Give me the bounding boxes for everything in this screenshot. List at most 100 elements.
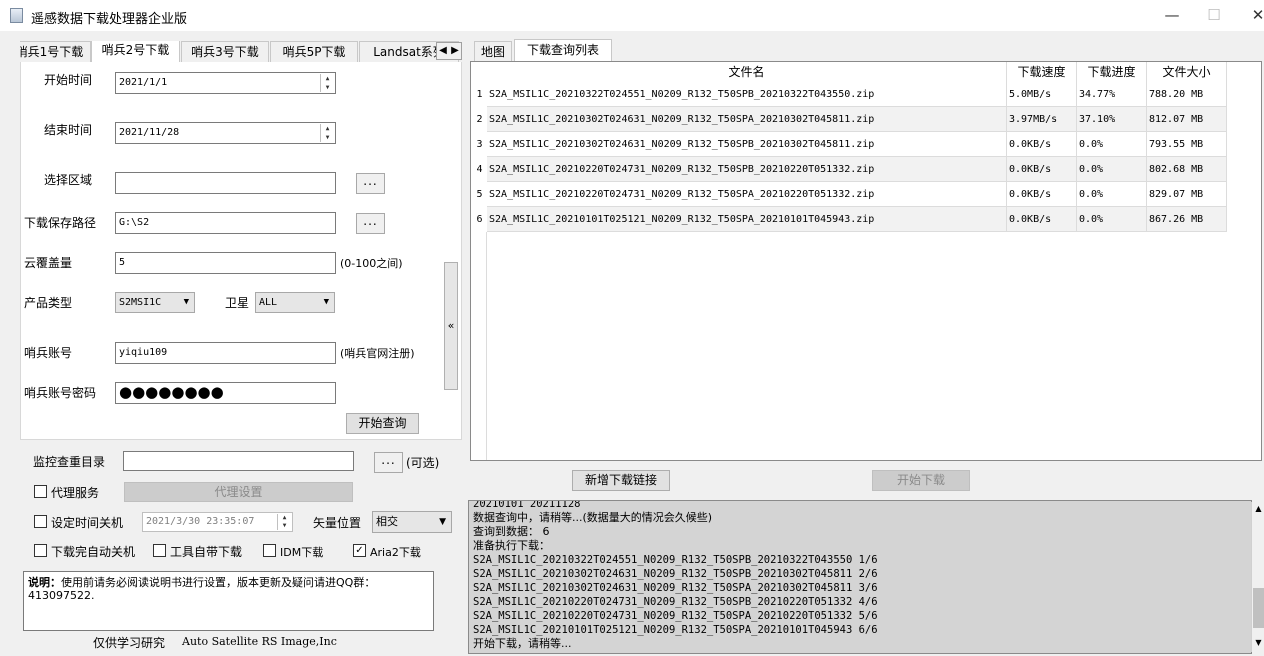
left-tab-strip: 哨兵1号下载 哨兵2号下载 哨兵3号下载 哨兵5P下载 Landsat系列 bbox=[20, 41, 462, 63]
proxy-settings-button[interactable]: 代理设置 bbox=[124, 482, 353, 502]
column-header-progress[interactable]: 下载进度 bbox=[1077, 62, 1147, 82]
shutdown-checkbox[interactable] bbox=[34, 515, 47, 528]
cloud-cover-input[interactable]: 5 bbox=[115, 252, 336, 274]
spin-down-icon[interactable]: ▼ bbox=[278, 522, 291, 530]
start-query-button[interactable]: 开始查询 bbox=[346, 413, 419, 434]
shutdown-label: 设定时间关机 bbox=[51, 516, 124, 530]
end-time-input[interactable]: 2021/11/28 ▲ ▼ bbox=[115, 122, 336, 144]
table-row[interactable]: 6 S2A_MSIL1C_20210101T025121_N0209_R132_T… bbox=[472, 207, 1227, 232]
satellite-select[interactable]: ALL ▼ bbox=[255, 292, 335, 313]
cell-progress: 0.0% bbox=[1077, 157, 1147, 182]
table-row[interactable]: 2 S2A_MSIL1C_20210302T024631_N0209_R132_T… bbox=[472, 107, 1227, 132]
log-scrollbar[interactable]: ▲ ▼ bbox=[1251, 502, 1264, 652]
tab-scroll-left-icon[interactable]: ◀ bbox=[437, 43, 449, 59]
cell-size: 788.20 MB bbox=[1147, 82, 1227, 107]
table-row[interactable]: 5 S2A_MSIL1C_20210220T024731_N0209_R132_T… bbox=[472, 182, 1227, 207]
end-time-spinner[interactable]: ▲ ▼ bbox=[320, 124, 334, 142]
table-row[interactable]: 3 S2A_MSIL1C_20210302T024631_N0209_R132_T… bbox=[472, 132, 1227, 157]
row-number: 4 bbox=[472, 157, 487, 182]
idm-checkbox[interactable] bbox=[263, 544, 276, 557]
monitor-dir-label: 监控查重目录 bbox=[33, 455, 106, 469]
account-hint: (哨兵官网注册) bbox=[340, 347, 415, 360]
satellite-label: 卫星 bbox=[225, 296, 250, 310]
row-number: 1 bbox=[472, 82, 487, 107]
cloud-cover-label: 云覆盖量 bbox=[24, 256, 73, 270]
cell-speed: 0.0KB/s bbox=[1007, 132, 1077, 157]
password-input[interactable]: ●●●●●●●● bbox=[115, 382, 336, 404]
spin-up-icon[interactable]: ▲ bbox=[321, 124, 334, 133]
tab-scroll-right-icon[interactable]: ▶ bbox=[449, 43, 461, 59]
start-download-button[interactable]: 开始下载 bbox=[872, 470, 970, 491]
tab-sentinel3[interactable]: 哨兵3号下载 bbox=[181, 41, 269, 63]
footer-disclaimer: 仅供学习研究 bbox=[93, 636, 166, 650]
table-row[interactable]: 1 S2A_MSIL1C_20210322T024551_N0209_R132_T… bbox=[472, 82, 1227, 107]
window-title: 遥感数据下载处理器企业版 bbox=[31, 12, 188, 27]
tab-sentinel2[interactable]: 哨兵2号下载 bbox=[91, 41, 180, 63]
close-icon[interactable]: ✕ bbox=[1248, 5, 1264, 25]
cell-speed: 0.0KB/s bbox=[1007, 207, 1077, 232]
log-line: S2A_MSIL1C_20210322T024551_N0209_R132_T5… bbox=[473, 554, 878, 566]
start-time-input[interactable]: 2021/1/1 ▲ ▼ bbox=[115, 72, 336, 94]
collapse-panel-button[interactable]: « bbox=[444, 262, 458, 390]
spin-up-icon[interactable]: ▲ bbox=[278, 514, 291, 522]
log-line: 查询到数据： 6 bbox=[473, 525, 550, 538]
cell-progress: 0.0% bbox=[1077, 182, 1147, 207]
log-line: S2A_MSIL1C_20210302T024631_N0209_R132_T5… bbox=[473, 582, 878, 594]
spin-down-icon[interactable]: ▼ bbox=[321, 83, 334, 92]
cell-name: S2A_MSIL1C_20210101T025121_N0209_R132_T5… bbox=[487, 207, 1007, 232]
save-path-input[interactable]: G:\S2 bbox=[115, 212, 336, 234]
region-browse-button[interactable]: ... bbox=[356, 173, 385, 194]
column-header-size[interactable]: 文件大小 bbox=[1147, 62, 1227, 82]
shutdown-time-spinner[interactable]: ▲ ▼ bbox=[277, 514, 291, 530]
cell-size: 812.07 MB bbox=[1147, 107, 1227, 132]
account-input[interactable]: yiqiu109 bbox=[115, 342, 336, 364]
aria2-checkbox[interactable]: ✓ bbox=[353, 544, 366, 557]
cell-speed: 5.0MB/s bbox=[1007, 82, 1077, 107]
tab-sentinel5p[interactable]: 哨兵5P下载 bbox=[270, 41, 358, 63]
log-line: S2A_MSIL1C_20210302T024631_N0209_R132_T5… bbox=[473, 568, 878, 580]
scroll-down-icon[interactable]: ▼ bbox=[1253, 638, 1264, 647]
maximize-icon[interactable]: ☐ bbox=[1204, 5, 1224, 25]
cell-speed: 3.97MB/s bbox=[1007, 107, 1077, 132]
log-line: S2A_MSIL1C_20210101T025121_N0209_R132_T5… bbox=[473, 624, 878, 636]
cell-name: S2A_MSIL1C_20210322T024551_N0209_R132_T5… bbox=[487, 82, 1007, 107]
row-number: 6 bbox=[472, 207, 487, 232]
shutdown-time-input[interactable]: 2021/3/30 23:35:07 ▲ ▼ bbox=[142, 512, 293, 532]
column-header-filename[interactable]: 文件名 bbox=[487, 62, 1007, 82]
spin-down-icon[interactable]: ▼ bbox=[321, 133, 334, 142]
tab-sentinel1[interactable]: 哨兵1号下载 bbox=[20, 41, 91, 63]
cell-progress: 0.0% bbox=[1077, 207, 1147, 232]
monitor-dir-browse-button[interactable]: ... bbox=[374, 452, 403, 473]
proxy-checkbox[interactable] bbox=[34, 485, 47, 498]
table-row[interactable]: 4 S2A_MSIL1C_20210220T024731_N0209_R132_T… bbox=[472, 157, 1227, 182]
chevron-down-icon: ▼ bbox=[439, 517, 446, 527]
scrollbar-thumb[interactable] bbox=[1253, 588, 1264, 628]
region-input[interactable] bbox=[115, 172, 336, 194]
tool-download-checkbox[interactable] bbox=[153, 544, 166, 557]
monitor-dir-input[interactable] bbox=[123, 451, 354, 471]
minimize-icon[interactable]: — bbox=[1162, 5, 1182, 25]
start-time-spinner[interactable]: ▲ ▼ bbox=[320, 74, 334, 92]
start-time-label: 开始时间 bbox=[44, 73, 93, 87]
tab-download-list[interactable]: 下载查询列表 bbox=[514, 39, 612, 63]
auto-shutdown-checkbox[interactable] bbox=[34, 544, 47, 557]
add-download-link-button[interactable]: 新增下载链接 bbox=[572, 470, 670, 491]
product-type-value: S2MSI1C bbox=[119, 297, 162, 308]
tab-map[interactable]: 地图 bbox=[474, 41, 512, 63]
app-icon bbox=[10, 8, 23, 23]
cloud-cover-hint: (0-100之间) bbox=[340, 257, 403, 270]
spin-up-icon[interactable]: ▲ bbox=[321, 74, 334, 83]
scroll-up-icon[interactable]: ▲ bbox=[1253, 504, 1264, 513]
vector-position-select[interactable]: 相交 ▼ bbox=[372, 511, 452, 533]
product-type-select[interactable]: S2MSI1C ▼ bbox=[115, 292, 195, 313]
auto-shutdown-label: 下载完自动关机 bbox=[51, 545, 136, 559]
note-box: 说明：使用前请务必阅读说明书进行设置，版本更新及疑问请进QQ群： 4130975… bbox=[23, 571, 434, 631]
shutdown-time-value: 2021/3/30 23:35:07 bbox=[146, 516, 255, 527]
save-path-browse-button[interactable]: ... bbox=[356, 213, 385, 234]
account-label: 哨兵账号 bbox=[24, 346, 73, 360]
cell-progress: 0.0% bbox=[1077, 132, 1147, 157]
column-header-speed[interactable]: 下载速度 bbox=[1007, 62, 1077, 82]
proxy-label: 代理服务 bbox=[51, 486, 100, 500]
monitor-dir-hint: (可选) bbox=[406, 456, 440, 470]
chevron-down-icon: ▼ bbox=[323, 297, 329, 307]
